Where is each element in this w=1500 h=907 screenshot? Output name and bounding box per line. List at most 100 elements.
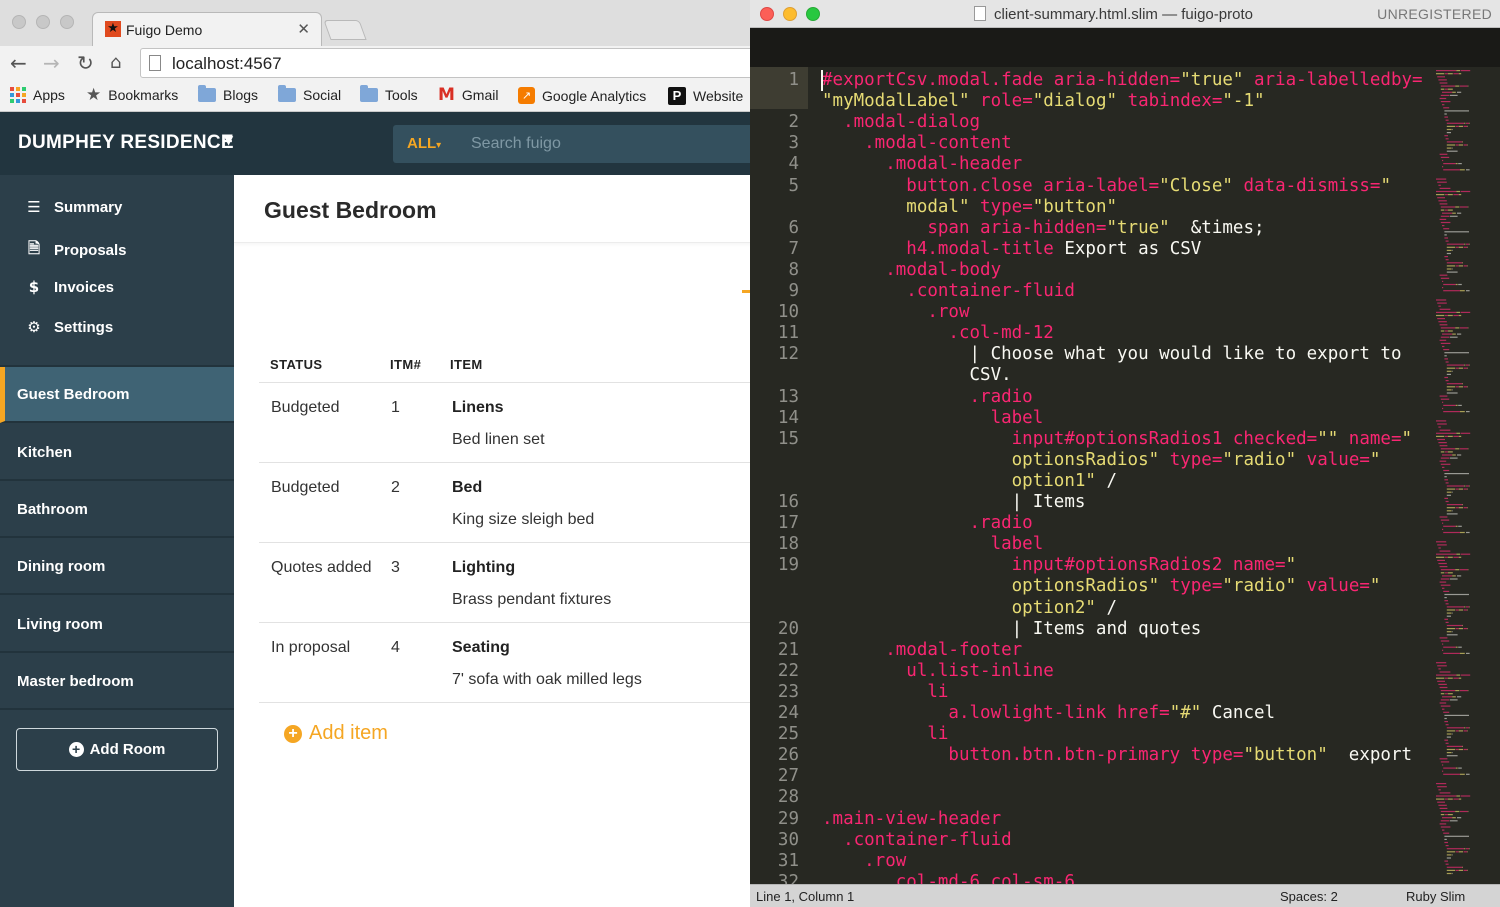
indentation-setting[interactable]: Spaces: 2	[1280, 889, 1338, 904]
minimap-stroke	[1455, 748, 1459, 751]
minimap-stroke	[1444, 355, 1447, 357]
table-row[interactable]: Budgeted 1 Linens Bed linen set	[259, 383, 752, 463]
minimap-stroke	[1440, 463, 1451, 465]
table-row[interactable]: Budgeted 2 Bed King size sleigh bed	[259, 463, 752, 543]
minimap-stroke	[1446, 730, 1456, 732]
minimap-stroke	[1460, 311, 1471, 313]
table-row[interactable]: Quotes added 3 Lighting Brass pendant fi…	[259, 543, 752, 623]
minimap-stroke	[1458, 125, 1463, 127]
column-header-item-number[interactable]: ITM#	[390, 357, 421, 372]
minimap-stroke	[1445, 724, 1449, 726]
minimap-stroke	[1445, 621, 1449, 623]
window-minimize-button[interactable]	[783, 7, 797, 21]
bookmark-apps[interactable]: Apps	[10, 87, 65, 103]
minimap-stroke	[1458, 851, 1463, 853]
code-token: "button"	[1243, 745, 1328, 766]
search-input[interactable]	[471, 132, 751, 156]
minimap-stroke	[1445, 500, 1449, 503]
minimap-stroke	[1445, 119, 1449, 121]
room-item-living-room[interactable]: Living room	[0, 597, 234, 653]
minimap-stroke	[1455, 507, 1459, 509]
browser-window: ★ Fuigo Demo ✕ ← → ↻ ⌂ localhost:4567 Ap…	[0, 0, 752, 907]
minimap-stroke	[1440, 699, 1450, 701]
sidebar-item-proposals[interactable]: 🗎 Proposals	[24, 238, 127, 263]
window-zoom-button[interactable]	[806, 7, 820, 21]
search-filter-dropdown[interactable]: ALL▾	[407, 135, 441, 152]
minimap-stroke	[1458, 314, 1462, 317]
line-number: 21	[777, 639, 799, 660]
reload-icon[interactable]: ↻	[77, 52, 94, 74]
minimap-stroke	[1440, 448, 1456, 450]
line-number: 24	[777, 703, 799, 723]
window-zoom-button[interactable]	[60, 15, 74, 29]
sidebar-item-settings[interactable]: ⚙ Settings	[24, 318, 113, 336]
close-icon[interactable]: ✕	[297, 20, 310, 38]
window-close-button[interactable]	[12, 15, 26, 29]
room-item-master-bedroom[interactable]: Master bedroom	[0, 654, 234, 710]
minimap-stroke	[1446, 364, 1465, 366]
back-arrow-icon[interactable]: ←	[10, 52, 27, 74]
apps-grid-icon	[10, 87, 26, 103]
room-item-dining-room[interactable]: Dining room	[0, 539, 234, 595]
bookmark-google-analytics[interactable]: ↗ Google Analytics	[518, 87, 646, 104]
minimap-stroke	[1446, 857, 1451, 859]
code-area[interactable]: 1 #exportCsv.modal.fade aria-hidden="true…	[750, 67, 1430, 892]
minimap[interactable]	[1432, 67, 1500, 884]
code-token: /	[1095, 597, 1118, 618]
minimap-stroke	[1443, 590, 1450, 592]
window-minimize-button[interactable]	[36, 15, 50, 29]
bookmark-tools[interactable]: Tools	[360, 85, 418, 103]
search-box: ALL▾	[393, 125, 752, 163]
sidebar-item-invoices[interactable]: $ Invoices	[24, 278, 114, 296]
minimap-stroke	[1443, 469, 1450, 472]
room-item-guest-bedroom[interactable]: Guest Bedroom	[0, 367, 234, 423]
add-item-button[interactable]: + Add item	[284, 722, 388, 745]
minimap-stroke	[1442, 280, 1444, 282]
sidebar-item-summary[interactable]: ☰ Summary	[24, 198, 122, 216]
new-tab-button[interactable]	[323, 20, 367, 40]
minimap-stroke	[1443, 290, 1460, 292]
address-bar[interactable]: localhost:4567	[140, 48, 752, 78]
add-room-label: Add Room	[89, 741, 166, 758]
chevron-down-icon[interactable]: ▼	[224, 133, 233, 147]
room-item-bathroom[interactable]: Bathroom	[0, 482, 234, 538]
column-header-item[interactable]: ITEM	[450, 357, 483, 372]
minimap-stroke	[1452, 389, 1453, 391]
table-row[interactable]: In proposal 4 Seating 7' sofa with oak m…	[259, 623, 752, 703]
add-room-button[interactable]: + Add Room	[16, 728, 218, 771]
minimap-stroke	[1436, 553, 1457, 555]
bookmark-website[interactable]: P Website	[668, 87, 743, 105]
cursor-position[interactable]: Line 1, Column 1	[756, 889, 854, 904]
app-header: DUMPHEY RESIDENCE ▼ ALL▾	[0, 112, 752, 175]
minimap-stroke	[1445, 209, 1448, 211]
code-editor[interactable]: 1 #exportCsv.modal.fade aria-hidden="true…	[750, 67, 1500, 892]
file-icon	[974, 6, 986, 21]
code-token: "	[1401, 428, 1413, 449]
column-header-status[interactable]: STATUS	[270, 357, 322, 372]
room-item-kitchen[interactable]: Kitchen	[0, 425, 234, 481]
code-token: Cancel	[1201, 703, 1276, 723]
syntax-selector[interactable]: Ruby Slim	[1406, 889, 1465, 904]
minimap-stroke	[1443, 404, 1456, 406]
code-token: .modal-header	[822, 154, 1023, 175]
code-line: li	[822, 724, 948, 744]
bookmark-bookmarks[interactable]: ★ Bookmarks	[86, 87, 179, 104]
list-icon: ☰	[27, 198, 41, 216]
minimap-stroke	[1446, 265, 1456, 267]
minimap-stroke	[1449, 215, 1458, 217]
browser-tab[interactable]: ★ Fuigo Demo ✕	[92, 12, 322, 46]
item-description: 7' sofa with oak milled legs	[452, 671, 642, 688]
bookmark-gmail[interactable]: M Gmail	[438, 87, 498, 104]
residence-title[interactable]: DUMPHEY RESIDENCE	[18, 132, 234, 154]
home-icon[interactable]: ⌂	[110, 52, 121, 74]
code-line: label	[822, 408, 1044, 428]
bookmark-social[interactable]: Social	[278, 85, 341, 103]
bookmark-label: Bookmarks	[108, 87, 179, 103]
minimap-stroke	[1448, 73, 1453, 75]
code-line: | Items and quotes	[822, 619, 1202, 639]
bookmark-blogs[interactable]: Blogs	[198, 85, 258, 103]
forward-arrow-icon[interactable]: →	[43, 52, 60, 74]
minimap-stroke	[1437, 197, 1445, 199]
minimap-stroke	[1445, 482, 1449, 484]
window-close-button[interactable]	[760, 7, 774, 21]
